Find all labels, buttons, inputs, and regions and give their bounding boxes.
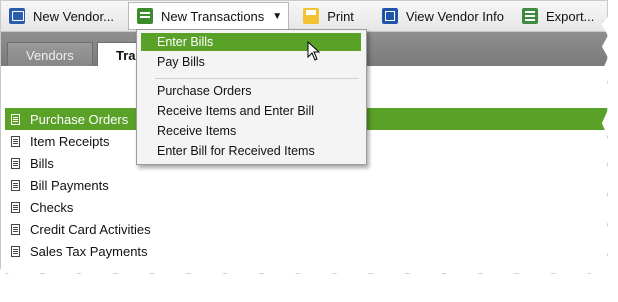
print-icon [303,8,320,24]
menu-item-label: Enter Bill for Received Items [157,144,315,158]
print-button[interactable]: Print [295,4,360,28]
list-item-label: Purchase Orders [30,111,129,127]
document-icon [11,223,20,235]
toolbar: New Vendor... New Transactions ▼ Print V… [1,1,607,32]
export-label: Export... [545,8,595,24]
list-item-label: Bill Payments [30,177,109,193]
document-icon [11,113,20,125]
document-icon [11,179,20,191]
menu-item-receive-items-and-enter-bill[interactable]: Receive Items and Enter Bill [141,102,361,120]
new-transactions-label: New Transactions [160,8,265,24]
menu-separator [155,78,359,79]
tab-vendors[interactable]: Vendors [7,42,93,67]
print-label: Print [327,8,354,24]
menu-item-enter-bill-for-received-items[interactable]: Enter Bill for Received Items [141,142,361,160]
vendor-icon [9,8,25,24]
view-vendor-info-button[interactable]: View Vendor Info [374,4,510,28]
export-button[interactable]: Export... [514,4,600,28]
list-item-checks[interactable]: Checks [5,196,607,218]
vendor-info-icon [381,8,398,24]
menu-item-pay-bills[interactable]: Pay Bills [141,53,361,71]
transactions-icon [136,8,153,24]
menu-item-receive-items[interactable]: Receive Items [141,122,361,140]
list-item-label: Credit Card Activities [30,221,151,237]
new-transactions-button[interactable]: New Transactions ▼ [127,2,290,30]
new-vendor-button[interactable]: New Vendor... [1,4,120,28]
menu-item-label: Purchase Orders [157,84,252,98]
menu-item-purchase-orders[interactable]: Purchase Orders [141,82,361,100]
new-transactions-dropdown-menu: Enter Bills Pay Bills Purchase Orders Re… [136,29,367,165]
document-icon [11,157,20,169]
list-item-bill-payments[interactable]: Bill Payments [5,174,607,196]
document-icon [11,201,20,213]
list-item-label: Checks [30,199,74,215]
tab-vendors-label: Vendors [26,47,74,63]
view-vendor-info-label: View Vendor Info [405,8,504,24]
window-frame: New Vendor... New Transactions ▼ Print V… [0,0,608,274]
menu-item-label: Enter Bills [157,35,214,49]
list-item-credit-card-activities[interactable]: Credit Card Activities [5,218,607,240]
list-item-sales-tax-payments[interactable]: Sales Tax Payments [5,240,607,262]
export-icon [521,8,538,24]
list-item-label: Sales Tax Payments [30,243,148,259]
list-item-label: Item Receipts [30,133,110,149]
menu-item-label: Receive Items [157,124,237,138]
list-item-label: Bills [30,155,54,171]
document-icon [11,245,20,257]
menu-item-label: Pay Bills [157,55,205,69]
menu-item-enter-bills[interactable]: Enter Bills [141,33,361,51]
mouse-pointer-icon [307,40,321,61]
dropdown-arrow-icon: ▼ [272,10,283,22]
document-icon [11,135,20,147]
menu-item-label: Receive Items and Enter Bill [157,104,315,118]
new-vendor-label: New Vendor... [33,8,114,24]
